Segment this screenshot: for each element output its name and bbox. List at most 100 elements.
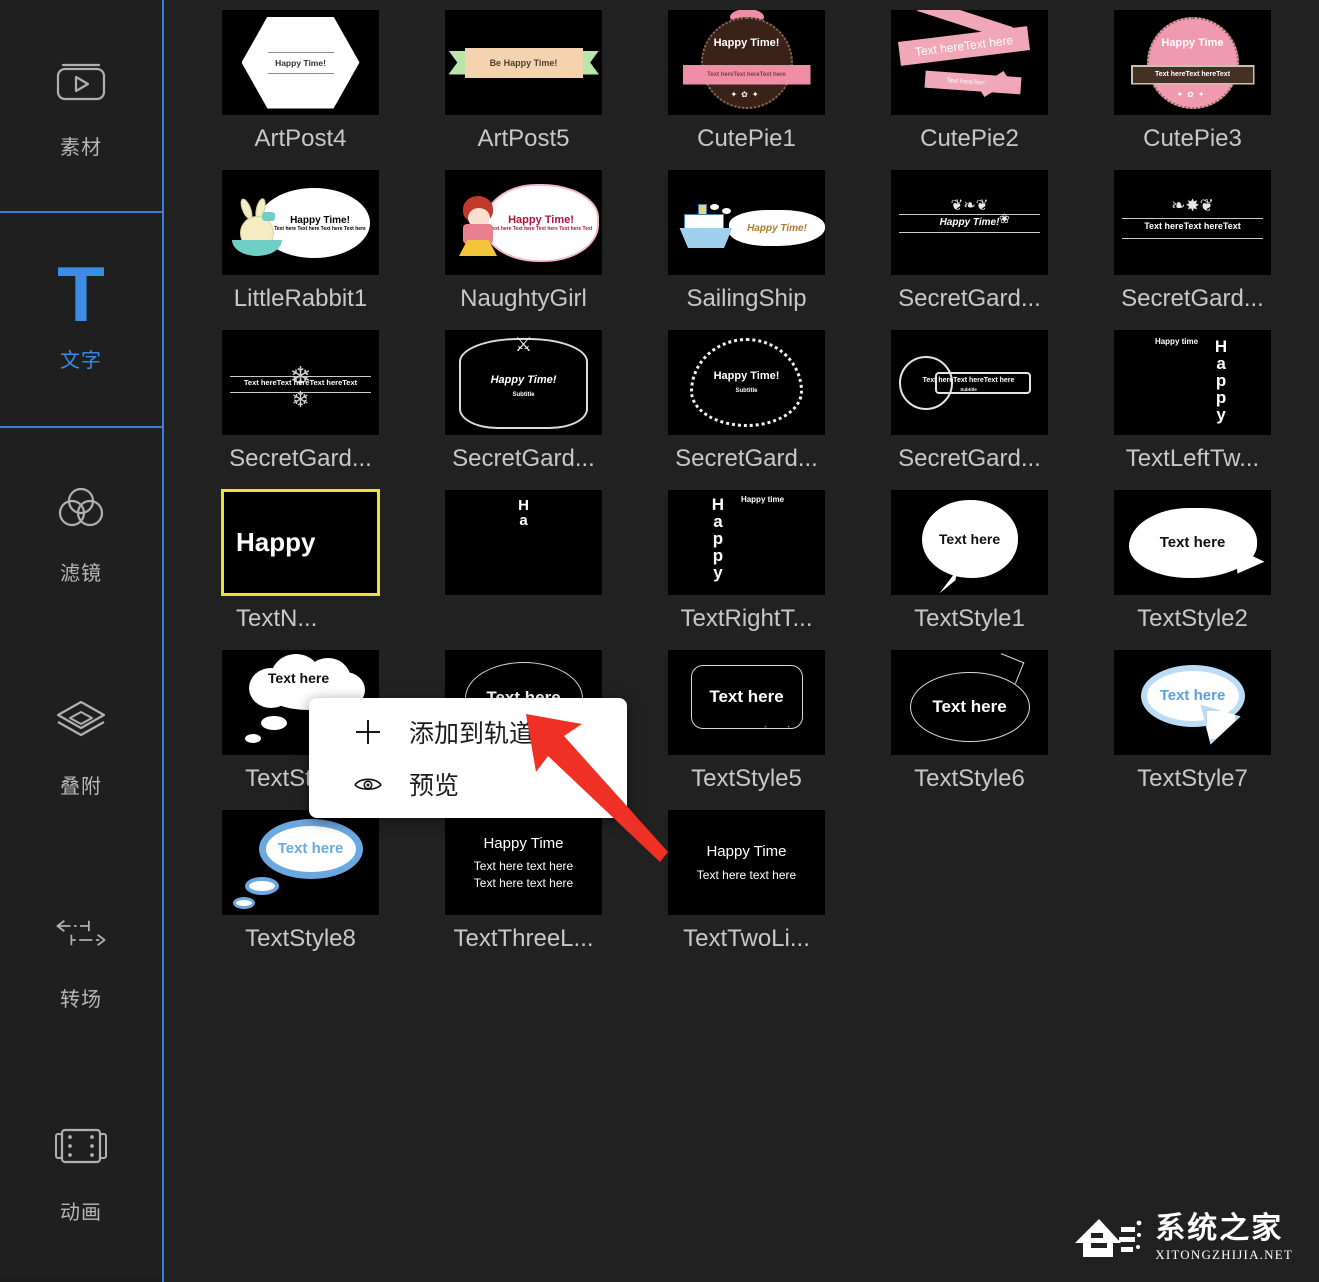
template-thumbnail[interactable]: Happy Time! Text here Text here Text her…	[445, 170, 602, 275]
template-thumbnail[interactable]: Be Happy Time!	[445, 10, 602, 115]
speech-bubble-rect-art: Text here	[690, 664, 803, 729]
art-subtext2: Text here text here	[473, 875, 574, 890]
template-item[interactable]: Happy Time Text here text here Text here…	[445, 810, 602, 954]
context-menu-item-add-to-track[interactable]: 添加到轨道	[309, 706, 627, 758]
template-thumbnail[interactable]: Happy Time!	[222, 10, 379, 115]
template-thumbnail[interactable]: Text here	[222, 810, 379, 915]
sidebar-label-text: 文字	[60, 350, 102, 372]
template-item[interactable]: ⚔ Happy Time! Subtitle SecretGard...	[445, 330, 602, 474]
sidebar-item-transition[interactable]: 转场	[0, 852, 162, 1065]
sidebar-label-media: 素材	[60, 137, 102, 159]
template-item[interactable]: Text here TextStyle8	[222, 810, 379, 954]
vertical-text-art: Happy time Happy	[1114, 330, 1271, 435]
template-item[interactable]: Happy Time! Text hereText hereText here …	[668, 10, 825, 154]
template-thumbnail[interactable]: Text here	[891, 650, 1048, 755]
context-menu-item-preview[interactable]: 预览	[309, 758, 627, 810]
ornament-key-art: Text hereText hereText here Subtitle	[891, 330, 1048, 435]
template-item[interactable]: ❧✸❦ Text hereText hereText SecretGard...	[1114, 170, 1271, 314]
art-text: Ha	[518, 497, 529, 529]
art-text: Happy Time	[483, 835, 564, 853]
template-item[interactable]: Text here TextStyle2	[1114, 490, 1271, 634]
art-text: Happy Time!	[729, 210, 825, 246]
template-thumbnail[interactable]: Happy Time! Text here Text here Text her…	[222, 170, 379, 275]
watermark: 系统之家 XITONGZHIJIA.NET	[1069, 1207, 1293, 1268]
template-thumbnail[interactable]: Text hereText here Text hereText here	[891, 10, 1048, 115]
template-thumbnail[interactable]: ❦❧❦ Happy Time! ❀	[891, 170, 1048, 275]
template-thumbnail[interactable]: ❧✸❦ Text hereText hereText	[1114, 170, 1271, 275]
art-subtext: Text here Text here Text here Text here …	[489, 226, 593, 232]
template-item[interactable]: Text hereText hereText here Subtitle Sec…	[891, 330, 1048, 474]
art-text: Text hereText hereText	[1144, 221, 1241, 231]
template-item[interactable]: Text here TextStyle7	[1114, 650, 1271, 794]
template-item[interactable]: Text here TextStyle5	[668, 650, 825, 794]
template-thumbnail[interactable]: Text here	[1114, 650, 1271, 755]
ship-icon	[676, 204, 738, 248]
art-text: Happy Time!	[290, 214, 350, 226]
art-text: Text here	[1159, 687, 1226, 704]
template-thumbnail[interactable]: ⚔ Happy Time! Subtitle	[445, 330, 602, 435]
template-thumbnail[interactable]: Happy Time! Subtitle	[668, 330, 825, 435]
sidebar-item-animation[interactable]: 动画	[0, 1065, 162, 1278]
art-subtext: Subtitle	[512, 392, 535, 398]
template-item[interactable]: Be Happy Time! ArtPost5	[445, 10, 602, 154]
template-thumbnail[interactable]: Happy Time Text here text here Text here…	[445, 810, 602, 915]
template-item-selected[interactable]: Happy TextN...	[221, 489, 380, 634]
context-menu[interactable]: 添加到轨道 预览	[309, 698, 627, 818]
art-text: Happy	[236, 527, 316, 557]
art-text: Text here	[932, 696, 1007, 716]
template-thumbnail[interactable]: Happy time Happy	[1114, 330, 1271, 435]
template-thumbnail[interactable]: Text here	[891, 490, 1048, 595]
template-thumbnail[interactable]: Text hereText hereText here Subtitle	[891, 330, 1048, 435]
sidebar-item-text[interactable]: T 文字	[0, 213, 162, 426]
template-thumbnail[interactable]: Text here	[668, 650, 825, 755]
sidebar-label-animation: 动画	[60, 1202, 102, 1224]
three-line-text-art: Happy Time Text here text here Text here…	[474, 834, 573, 891]
template-item[interactable]: ❄ Text hereText hereText hereText ❄ Secr…	[222, 330, 379, 474]
template-item[interactable]: Text hereText here Text hereText here Cu…	[891, 10, 1048, 154]
badge-art: Happy Time! Text hereText hereText here …	[682, 10, 811, 113]
template-thumbnail[interactable]: ❄ Text hereText hereText hereText ❄	[222, 330, 379, 435]
badge-pink-art: Happy Time Text hereText hereText ✦✿✦	[1130, 13, 1255, 113]
template-label: CutePie3	[1143, 125, 1242, 152]
template-label: TextStyle8	[245, 925, 356, 952]
context-menu-label: 添加到轨道	[409, 720, 535, 748]
template-thumbnail[interactable]: Ha	[445, 490, 602, 595]
template-label: SecretGard...	[452, 445, 595, 472]
template-item[interactable]: Text here TextStyle1	[891, 490, 1048, 634]
template-thumbnail[interactable]: Happy Happy time	[668, 490, 825, 595]
ribbon-art: Be Happy Time!	[448, 47, 599, 78]
two-line-text-art: Happy Time Text here text here	[697, 842, 796, 882]
template-thumbnail[interactable]: Text here	[1114, 490, 1271, 595]
app-window: 素材 T 文字 滤镜 叠附 转场 动画 Happy Time! ArtPost4…	[0, 0, 1319, 1282]
art-text: Happy Time!	[713, 36, 780, 49]
media-icon	[53, 53, 109, 109]
template-thumbnail[interactable]: Happy Time!	[668, 170, 825, 275]
template-item[interactable]: Happy Time! ArtPost4	[222, 10, 379, 154]
template-label: TextStyle2	[1137, 605, 1248, 632]
watermark-cn: 系统之家	[1155, 1212, 1284, 1245]
template-thumbnail[interactable]: Happy Time Text hereText hereText ✦✿✦	[1114, 10, 1271, 115]
template-thumbnail[interactable]: Happy	[221, 489, 380, 596]
art-text: Happy Time!	[713, 370, 780, 382]
template-item[interactable]: Happy Time! Text here Text here Text her…	[445, 170, 602, 314]
template-thumbnail[interactable]: Happy Time Text here text here	[668, 810, 825, 915]
template-item[interactable]: Ha	[445, 490, 602, 634]
template-item[interactable]: Happy time Happy TextLeftTw...	[1114, 330, 1271, 474]
template-label: SecretGard...	[898, 285, 1041, 312]
template-item[interactable]: Happy Time! Subtitle SecretGard...	[668, 330, 825, 474]
template-item[interactable]: Text here TextStyle6	[891, 650, 1048, 794]
template-item[interactable]: Happy Happy time TextRightT...	[668, 490, 825, 634]
template-item[interactable]: Happy Time Text here text here TextTwoLi…	[668, 810, 825, 954]
template-label: SailingShip	[686, 285, 807, 312]
template-label: ArtPost5	[477, 125, 570, 152]
template-item[interactable]: ❦❧❦ Happy Time! ❀ SecretGard...	[891, 170, 1048, 314]
sidebar-item-media[interactable]: 素材	[0, 0, 164, 213]
template-label: NaughtyGirl	[460, 285, 587, 312]
sidebar-item-overlay[interactable]: 叠附	[0, 639, 162, 852]
sidebar-item-filter[interactable]: 滤镜	[0, 426, 164, 639]
template-item[interactable]: Happy Time! Text here Text here Text her…	[222, 170, 379, 314]
speech-bubble-art: Text here	[921, 499, 1018, 578]
template-item[interactable]: Happy Time Text hereText hereText ✦✿✦ Cu…	[1114, 10, 1271, 154]
template-item[interactable]: Happy Time! SailingShip	[668, 170, 825, 314]
template-thumbnail[interactable]: Happy Time! Text hereText hereText here …	[668, 10, 825, 115]
